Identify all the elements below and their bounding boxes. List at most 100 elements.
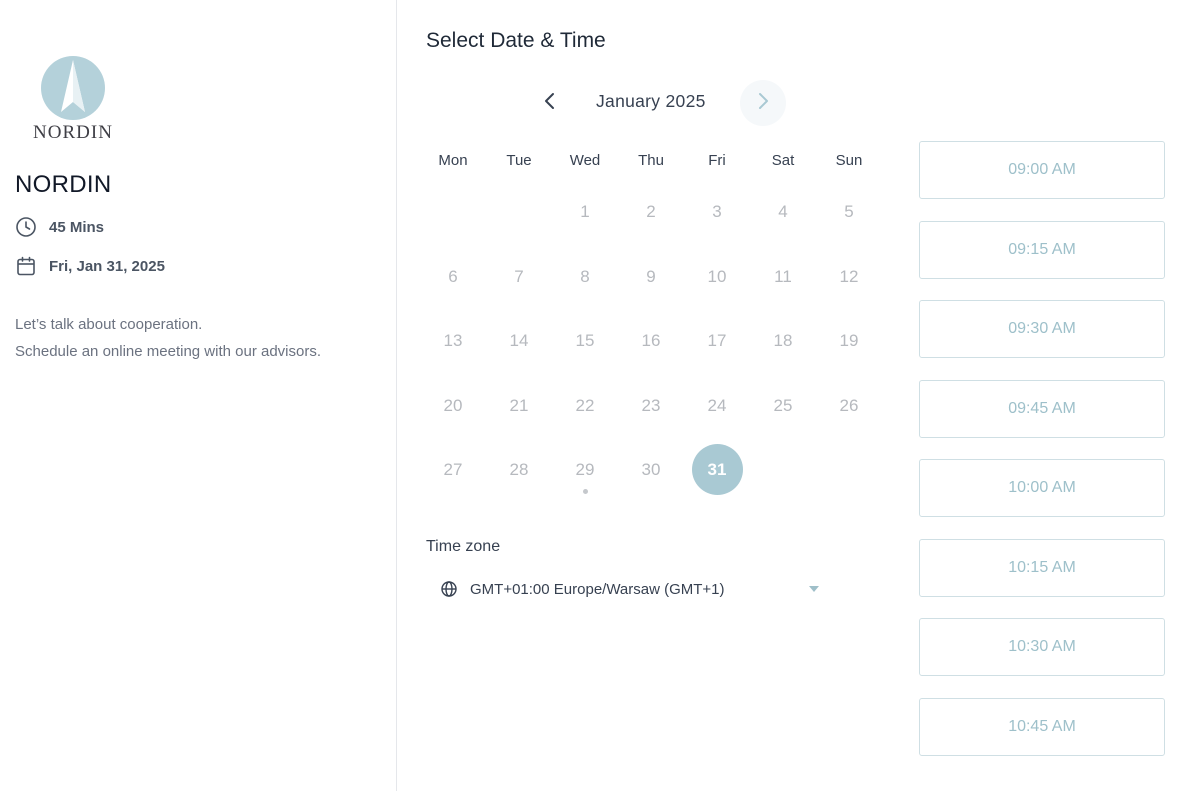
previous-month-button[interactable] <box>527 80 573 126</box>
duration-text: 45 Mins <box>49 218 105 236</box>
day-number: 11 <box>774 266 792 286</box>
timezone-label: Time zone <box>426 538 501 555</box>
calendar-day: 6 <box>420 251 486 303</box>
calendar-day: 11 <box>750 251 816 303</box>
compass-logo-icon <box>41 56 105 120</box>
calendar-day: 14 <box>486 315 552 367</box>
day-number: 10 <box>707 266 727 286</box>
calendar-day: 20 <box>420 380 486 432</box>
day-number: 4 <box>778 202 788 222</box>
calendar-day: 19 <box>816 315 882 367</box>
day-number: 27 <box>443 460 463 480</box>
calendar-day: 7 <box>486 251 552 303</box>
calendar-day-selected[interactable]: 31 <box>684 444 750 496</box>
date-row: Fri, Jan 31, 2025 <box>15 255 165 277</box>
calendar-week-row: 1 2 3 4 5 <box>420 180 882 245</box>
time-slot-button[interactable]: 10:00 AM <box>919 459 1165 517</box>
day-number: 2 <box>646 202 656 222</box>
month-navigation: January 2025 <box>530 78 800 126</box>
day-number: 15 <box>575 331 595 351</box>
day-number: 6 <box>448 266 458 286</box>
company-logo: NORDIN <box>28 54 118 144</box>
weekday-label: Tue <box>506 151 532 169</box>
logo-wordmark: NORDIN <box>33 122 113 143</box>
calendar-empty-cell <box>486 186 552 238</box>
calendar-day: 8 <box>552 251 618 303</box>
day-number: 29 <box>575 460 595 480</box>
day-number: 20 <box>443 395 463 415</box>
time-slot-button[interactable]: 10:30 AM <box>919 618 1165 676</box>
today-dot-marker <box>583 489 588 495</box>
weekday-label: Sun <box>835 151 863 169</box>
calendar-days: 1 2 3 4 5 6 7 8 9 10 11 12 13 14 15 16 17 18 19 20 21 22 23 24 2… <box>420 180 882 503</box>
event-description: Let’s talk about cooperation. Schedule a… <box>15 311 321 365</box>
chevron-left-icon <box>543 92 557 115</box>
calendar-day: 3 <box>684 186 750 238</box>
calendar-day: 5 <box>816 186 882 238</box>
chevron-right-icon <box>756 92 770 115</box>
day-number: 13 <box>443 331 463 351</box>
weekday-label: Sat <box>771 151 795 169</box>
calendar-day: 2 <box>618 186 684 238</box>
day-number: 25 <box>773 395 793 415</box>
duration-row: 45 Mins <box>15 216 104 238</box>
globe-icon <box>440 580 458 598</box>
weekday-label: Thu <box>638 151 664 169</box>
day-number: 28 <box>509 460 529 480</box>
time-slot-button[interactable]: 09:00 AM <box>919 141 1165 199</box>
day-number: 9 <box>646 266 656 286</box>
description-line: Let’s talk about cooperation. <box>15 316 203 333</box>
day-number: 26 <box>839 395 859 415</box>
calendar-week-row: 6 7 8 9 10 11 12 <box>420 245 882 310</box>
time-slot-button[interactable]: 09:30 AM <box>919 300 1165 358</box>
event-info-panel: NORDIN NORDIN 45 Mins Fri, Jan 31, 2025 … <box>0 0 397 791</box>
calendar-empty-cell <box>816 444 882 496</box>
calendar-day: 22 <box>552 380 618 432</box>
day-number: 12 <box>839 266 859 286</box>
calendar-day: 28 <box>486 444 552 496</box>
next-month-button[interactable] <box>740 80 786 126</box>
day-number: 1 <box>580 202 590 222</box>
day-number: 17 <box>707 331 727 351</box>
weekday-label: Wed <box>569 151 601 169</box>
time-slot-button[interactable]: 09:15 AM <box>919 220 1165 279</box>
calendar-day: 12 <box>816 251 882 303</box>
calendar-empty-cell <box>420 186 486 238</box>
timezone-select[interactable]: GMT+01:00 Europe/Warsaw (GMT+1) <box>440 574 830 604</box>
calendar-day: 25 <box>750 380 816 432</box>
time-slot-button[interactable]: 10:15 AM <box>919 538 1165 597</box>
day-number: 30 <box>641 460 661 480</box>
calendar-day: 18 <box>750 315 816 367</box>
time-slot-list: 09:00 AM 09:15 AM 09:30 AM 09:45 AM 10:0… <box>919 141 1165 777</box>
day-number: 19 <box>839 331 859 351</box>
calendar-day: 29 <box>552 444 618 496</box>
calendar-day: 1 <box>552 186 618 238</box>
weekday-label: Fri <box>708 151 726 169</box>
calendar-day: 10 <box>684 251 750 303</box>
day-number: 23 <box>641 395 661 415</box>
clock-icon <box>15 216 37 238</box>
calendar-week-row: 20 21 22 23 24 25 26 <box>420 374 882 439</box>
calendar-day: 30 <box>618 444 684 496</box>
calendar-day: 26 <box>816 380 882 432</box>
calendar-day: 23 <box>618 380 684 432</box>
calendar-day: 15 <box>552 315 618 367</box>
day-number: 3 <box>712 202 722 222</box>
time-slot-button[interactable]: 09:45 AM <box>919 379 1165 438</box>
calendar-day: 4 <box>750 186 816 238</box>
day-number: 16 <box>641 331 661 351</box>
calendar-day: 16 <box>618 315 684 367</box>
day-number: 31 <box>691 444 743 496</box>
calendar-day: 9 <box>618 251 684 303</box>
month-label: January 2025 <box>596 91 706 111</box>
calendar-grid: Mon Tue Wed Thu Fri Sat Sun 1 2 3 4 5 6 7 8 9 10 1… <box>420 140 882 503</box>
weekday-label: Mon <box>438 151 468 169</box>
calendar-day: 21 <box>486 380 552 432</box>
time-slot-button[interactable]: 10:45 AM <box>919 697 1165 756</box>
day-number: 5 <box>844 202 854 222</box>
calendar-day: 24 <box>684 380 750 432</box>
page-title: Select Date & Time <box>426 29 606 52</box>
weekday-header: Mon Tue Wed Thu Fri Sat Sun <box>420 140 882 180</box>
calendar-empty-cell <box>750 444 816 496</box>
selected-date-text: Fri, Jan 31, 2025 <box>49 257 165 275</box>
